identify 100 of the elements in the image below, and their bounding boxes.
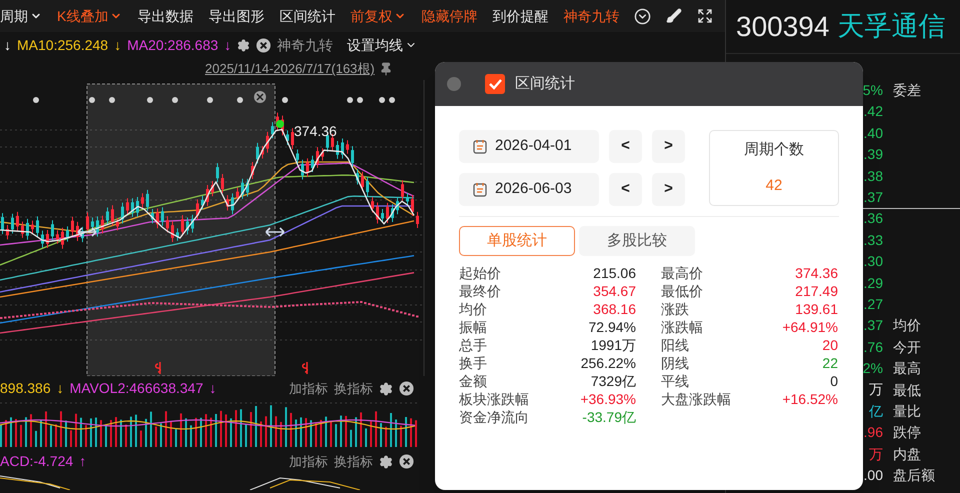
quote-value: .37	[864, 316, 883, 336]
brush-icon[interactable]	[666, 8, 682, 24]
stat-value: 256.22%	[580, 354, 636, 372]
calendar-icon	[473, 139, 487, 154]
stat-value: 374.36	[795, 264, 838, 282]
toolbar-button[interactable]: 神奇九转	[563, 6, 620, 26]
stat-label: 涨跌幅	[661, 318, 703, 336]
quote-value: 5%	[862, 81, 883, 100]
event-marker-icon[interactable]	[237, 97, 243, 103]
resize-arrow-icon[interactable]	[265, 227, 285, 237]
event-marker-icon[interactable]	[282, 97, 288, 103]
quote-value: .76	[864, 338, 883, 357]
toolbar-button[interactable]: 导出图形	[208, 6, 264, 26]
toolbar-button[interactable]: 到价提醒	[492, 6, 548, 26]
quote-value: 亿	[869, 402, 883, 421]
indicator-value: ACD:-4.724	[0, 452, 74, 471]
next-button[interactable]: >	[652, 173, 685, 206]
indicator-action[interactable]: 换指标	[334, 378, 373, 398]
quote-value: 2%	[862, 359, 883, 378]
quote-value: .00	[864, 466, 883, 486]
indicator-action[interactable]: 加指标	[289, 452, 328, 472]
quote-value: .39	[864, 145, 883, 164]
close-icon[interactable]	[254, 91, 266, 103]
stat-label: 大盘涨跌幅	[661, 390, 731, 408]
toolbar-button[interactable]: K线叠加	[57, 6, 122, 26]
stat-label: 振幅	[459, 318, 487, 336]
selection-region[interactable]	[86, 84, 276, 376]
event-marker-icon[interactable]	[147, 97, 153, 103]
event-marker-icon[interactable]	[357, 97, 363, 103]
stat-value: 22	[822, 354, 838, 372]
indicator-value: 898.386	[0, 379, 51, 398]
next-button[interactable]: >	[652, 130, 685, 163]
quote-value: .96	[864, 423, 883, 442]
ma-value: MA10:256.248	[17, 36, 108, 54]
stat-label: 资金净流向	[459, 408, 529, 426]
stat-value: 20	[822, 336, 838, 354]
event-marker-icon[interactable]	[379, 97, 385, 103]
event-marker-icon[interactable]	[33, 97, 39, 103]
event-marker-icon[interactable]	[89, 97, 95, 103]
indicator-value: ↓	[56, 379, 64, 398]
settings-icon[interactable]	[237, 38, 250, 52]
stat-value: -33.79亿	[582, 408, 636, 426]
date-range[interactable]: 2025/11/14-2026/7/17(163根)	[205, 59, 375, 79]
toolbar-button[interactable]: 前复权	[350, 6, 406, 26]
quote-label: 内盘	[893, 444, 922, 464]
quote-value: .40	[864, 124, 883, 143]
signal-marker-icon[interactable]	[302, 361, 308, 375]
ma-value: MA20:286.683	[127, 36, 218, 54]
quote-label: 量比	[893, 402, 922, 421]
toolbar-button[interactable]: 区间统计	[279, 6, 336, 26]
quote-label: 均价	[893, 316, 922, 336]
quote-value: .42	[864, 102, 883, 122]
indicator-name: 神奇九转	[277, 36, 334, 54]
stat-label: 最高价	[661, 264, 703, 282]
settings-icon[interactable]	[379, 454, 393, 468]
indicator-action[interactable]: 加指标	[289, 378, 328, 398]
close-icon[interactable]	[256, 38, 272, 52]
quote-label: 跌停	[893, 423, 922, 442]
fullscreen-icon[interactable]	[697, 8, 714, 24]
previous-button[interactable]: <	[609, 173, 642, 206]
stat-label: 最终价	[459, 282, 501, 300]
stat-value: 1991万	[590, 336, 636, 354]
settings-icon[interactable]	[379, 382, 393, 396]
quote-value: 万	[869, 444, 883, 464]
quote-label: 最低	[893, 380, 922, 400]
event-marker-icon[interactable]	[389, 97, 395, 103]
stat-label: 平线	[661, 372, 689, 390]
event-marker-icon[interactable]	[109, 97, 115, 103]
peak-marker-icon	[276, 120, 284, 128]
stat-value: 139.61	[795, 300, 838, 318]
toolbar-button[interactable]: 隐藏停牌	[421, 6, 478, 26]
date-field[interactable]: 2026-06-03	[459, 173, 599, 206]
toolbar-button[interactable]: 导出数据	[137, 6, 194, 26]
quote-value: .29	[864, 274, 883, 293]
quote-value: .37	[864, 188, 883, 207]
checkbox-icon	[485, 74, 505, 94]
previous-button[interactable]: <	[609, 130, 642, 163]
pin-icon[interactable]	[378, 62, 393, 76]
stat-label: 最低价	[661, 282, 703, 300]
signal-marker-icon[interactable]	[155, 361, 161, 375]
period-count-label: 周期个数	[744, 140, 804, 160]
indicator-value: ↑	[79, 452, 86, 471]
stock-code: 300394	[736, 10, 830, 44]
stat-label: 均价	[459, 300, 487, 318]
event-marker-icon[interactable]	[347, 97, 353, 103]
quote-value: .33	[864, 230, 883, 250]
dropdown-icon[interactable]	[634, 8, 652, 24]
resize-arrow-icon[interactable]	[77, 227, 97, 237]
indicator-action[interactable]: 换指标	[334, 452, 373, 472]
event-marker-icon[interactable]	[172, 97, 178, 103]
event-marker-icon[interactable]	[207, 97, 213, 103]
close-icon[interactable]	[399, 381, 414, 396]
stat-label: 起始价	[459, 264, 501, 282]
date-field[interactable]: 2026-04-01	[459, 130, 599, 163]
ma-settings-menu[interactable]: 设置均线	[347, 34, 418, 56]
stats-tab[interactable]: 多股比较	[579, 226, 695, 256]
toolbar-button[interactable]: 周期	[0, 6, 42, 26]
quote-label: 盘后额	[893, 466, 935, 486]
close-icon[interactable]	[399, 454, 414, 469]
stock-name: 天孚通信	[837, 10, 946, 44]
